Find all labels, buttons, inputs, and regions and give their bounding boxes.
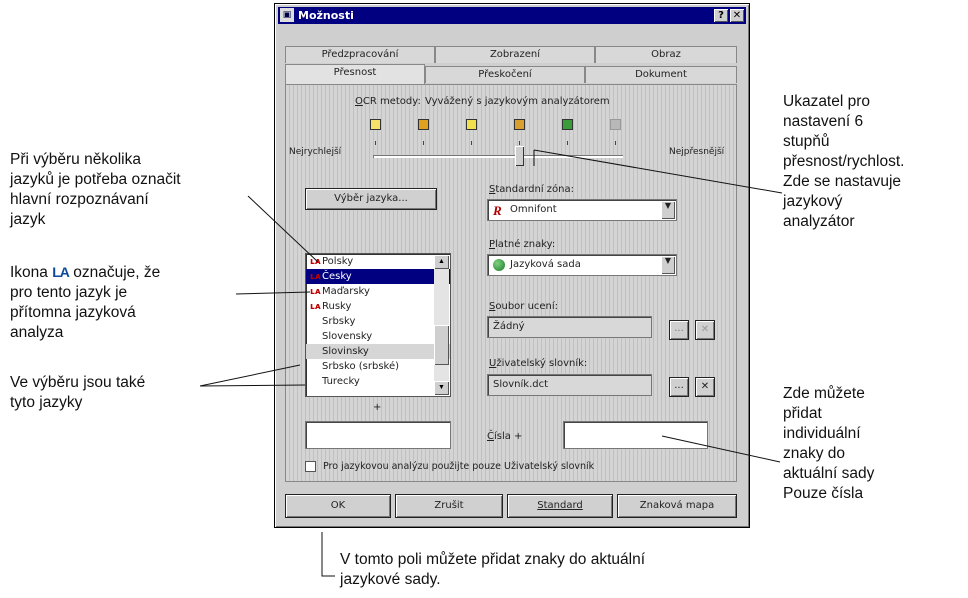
annotation-line-extra-langs-1 (199, 364, 301, 387)
annotation-line-la-icon (235, 291, 311, 295)
annotation-line-main-language (247, 195, 319, 263)
annotation-numbers: Zde můžete přidat individuální znaky do aktu… (783, 385, 875, 502)
annotation-line-bottom (321, 532, 335, 577)
annotation-line-slider (533, 149, 783, 194)
annotation-extra-languages: Ve výběru jsou také tyto jazyky (10, 374, 146, 411)
la-icon: LA (52, 264, 70, 280)
annotation-line-extra-langs-2 (199, 384, 306, 387)
annotation-slider: Ukazatel pro nastavení 6 stupňů přesnost/ry… (783, 93, 905, 230)
annotation-main-language: Při výběru několika jazyků je potřeba ozn… (10, 151, 181, 228)
annotation-la-icon: Ikona LA označuje, že pro tento jazyk je… (10, 264, 161, 341)
annotation-extra-chars: V tomto poli můžete přidat znaky do aktu… (340, 551, 645, 588)
annotation-line-numbers (661, 435, 781, 463)
